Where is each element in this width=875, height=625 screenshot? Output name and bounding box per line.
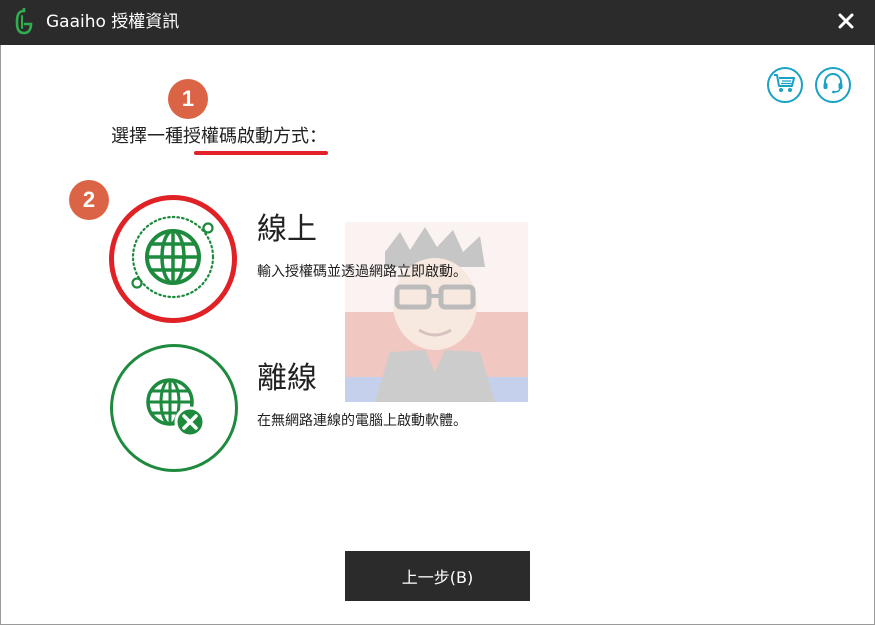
instruction-highlight-underline xyxy=(194,151,328,155)
close-button[interactable] xyxy=(833,10,859,36)
online-option-description: 輸入授權碼並透過網路立即啟動。 xyxy=(257,264,467,280)
back-button[interactable]: 上一步(B) xyxy=(345,551,530,601)
gaaiho-logo-icon xyxy=(14,6,34,36)
step-badge-2: 2 xyxy=(69,180,109,220)
instruction-text: 選擇一種授權碼啟動方式： xyxy=(111,126,327,147)
offline-option-button[interactable] xyxy=(110,344,238,472)
title-bar: Gaaiho 授權資訊 xyxy=(0,0,875,45)
offline-option-title[interactable]: 離線 xyxy=(257,361,317,397)
mascot-watermark xyxy=(345,222,528,402)
globe-offline-icon xyxy=(134,366,214,450)
offline-option-description: 在無網路連線的電腦上啟動軟體。 xyxy=(257,413,467,429)
support-button[interactable] xyxy=(815,67,851,103)
online-option-button[interactable] xyxy=(109,195,237,323)
globe-online-icon xyxy=(123,207,223,311)
headset-icon xyxy=(821,71,845,99)
shopping-cart-icon xyxy=(773,72,797,98)
window-title: Gaaiho 授權資訊 xyxy=(46,12,180,32)
online-option-title[interactable]: 線上 xyxy=(257,212,317,248)
shopping-cart-button[interactable] xyxy=(767,67,803,103)
step-badge-1: 1 xyxy=(168,79,208,119)
close-icon xyxy=(837,12,855,34)
